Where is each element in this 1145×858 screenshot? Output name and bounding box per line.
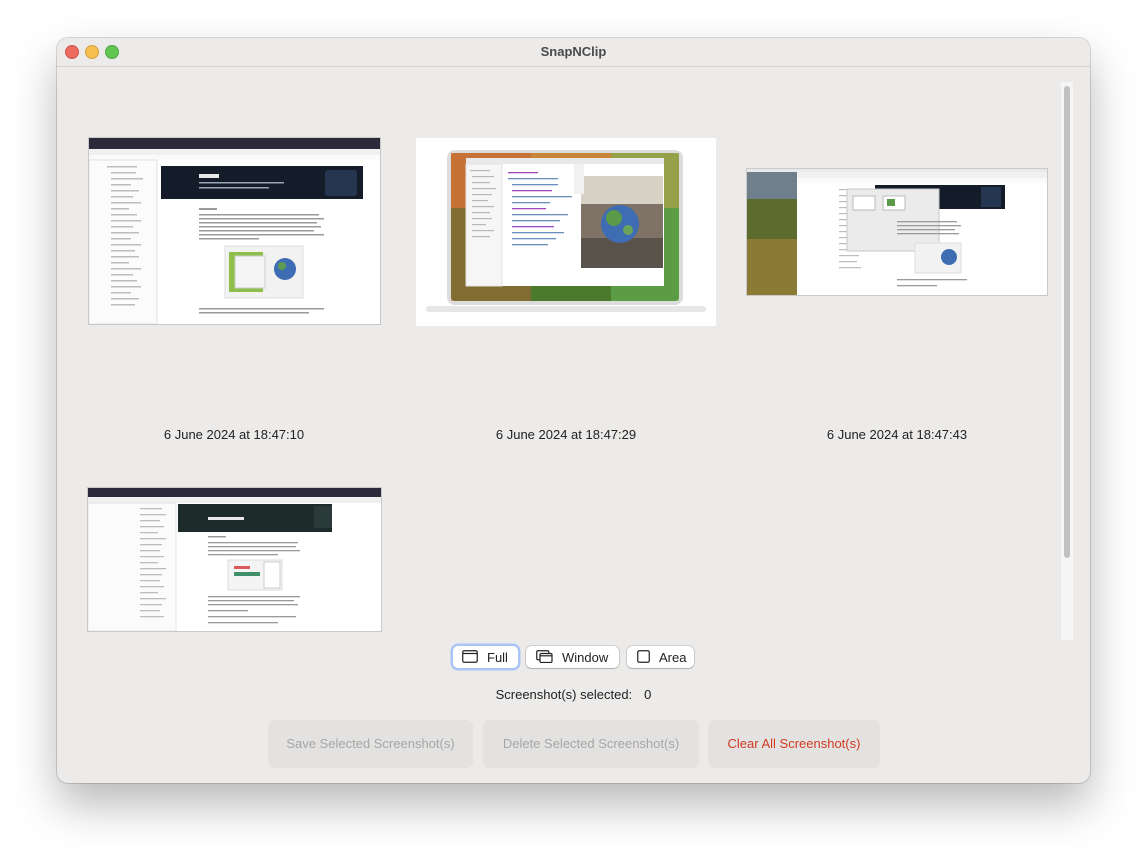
capture-mode-area[interactable]: Area	[627, 646, 694, 668]
capture-mode-window[interactable]: Window	[526, 646, 619, 668]
window-title: SnapNClip	[540, 44, 607, 59]
screenshot-image	[416, 138, 716, 326]
selection-status: Screenshot(s) selected: 0	[57, 687, 1090, 702]
grid-scrollbar[interactable]	[1061, 82, 1073, 640]
delete-selected-button[interactable]: Delete Selected Screenshot(s)	[483, 720, 699, 768]
area-icon	[637, 650, 650, 666]
selection-count: 0	[644, 687, 652, 702]
screenshot-timestamp: 6 June 2024 at 18:47:10	[163, 427, 305, 442]
screenshot-thumbnail[interactable]	[88, 488, 381, 631]
full-screen-icon	[462, 650, 478, 666]
screenshot-image	[747, 169, 1047, 295]
screenshot-thumbnail[interactable]	[89, 138, 380, 324]
screenshot-timestamp: 6 June 2024 at 18:47:43	[826, 427, 968, 442]
screenshot-thumbnail[interactable]	[747, 169, 1047, 295]
screenshot-grid: 6 June 2024 at 18:47:10 6 June 2024 at 1…	[57, 67, 1062, 678]
clear-all-button[interactable]: Clear All Screenshot(s)	[708, 720, 880, 768]
title-bar: SnapNClip	[57, 38, 1090, 67]
screenshot-timestamp: 6 June 2024 at 18:47:29	[495, 427, 637, 442]
scrollbar-thumb[interactable]	[1064, 86, 1070, 558]
save-selected-button[interactable]: Save Selected Screenshot(s)	[268, 720, 473, 768]
capture-mode-full[interactable]: Full	[453, 646, 518, 668]
window-icon	[536, 650, 553, 666]
app-window: SnapNClip 6 June 2024 at 18:47:10 6 June…	[57, 38, 1090, 783]
screenshot-thumbnail[interactable]	[416, 138, 716, 326]
selection-status-label: Screenshot(s) selected:	[495, 687, 633, 702]
screenshot-image	[89, 138, 380, 324]
screenshot-image	[88, 488, 381, 631]
